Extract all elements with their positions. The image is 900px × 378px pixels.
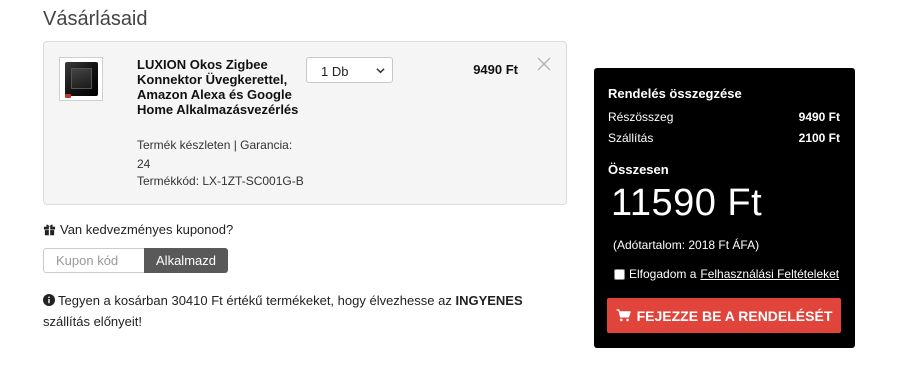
gift-icon (43, 224, 56, 236)
order-summary-panel: Rendelés összegzése Részösszeg 9490 Ft S… (594, 68, 855, 348)
cart-icon (616, 309, 631, 322)
chevron-down-icon (376, 68, 385, 74)
subtotal-value: 9490 Ft (798, 110, 840, 124)
cart-item: LUXION Okos Zigbee Konnektor Üvegkerette… (43, 41, 567, 205)
brand-mark (65, 94, 71, 98)
close-icon[interactable] (536, 56, 552, 72)
product-image (65, 62, 98, 96)
subtotal-label: Részösszeg (608, 110, 674, 124)
quantity-select[interactable]: 1 Db (306, 57, 393, 83)
quantity-value: 1 Db (321, 64, 349, 79)
terms-acceptance: Elfogadom a Felhasználási Feltételeket (614, 267, 839, 281)
shipping-text-before: Tegyen a kosárban 30410 Ft értékű termék… (58, 293, 456, 308)
product-thumbnail[interactable] (59, 57, 103, 101)
total-value: 11590 Ft (611, 182, 763, 224)
item-price: 9490 Ft (473, 62, 518, 77)
free-shipping-highlight: INGYENES (455, 293, 523, 308)
terms-link[interactable]: Felhasználási Feltételeket (700, 267, 839, 281)
coupon-question-text: Van kedvezményes kuponod? (60, 222, 234, 237)
summary-title: Rendelés összegzése (608, 86, 742, 101)
apply-coupon-button[interactable]: Alkalmazd (144, 248, 228, 273)
free-shipping-notice: Tegyen a kosárban 30410 Ft értékű termék… (43, 290, 553, 332)
tax-content: (Adótartalom: 2018 Ft ÁFA) (613, 238, 760, 252)
shipping-value: 2100 Ft (798, 131, 840, 145)
product-code: Termékkód: LX-1ZT-SC001G-B (137, 174, 304, 188)
info-circle-icon (43, 294, 55, 306)
page-title: Vásárlásaid (43, 8, 148, 30)
shipping-row: Szállítás 2100 Ft (608, 131, 840, 145)
coupon-code-input[interactable] (43, 248, 144, 273)
coupon-question: Van kedvezményes kuponod? (43, 222, 233, 237)
subtotal-row: Részösszeg 9490 Ft (608, 110, 840, 124)
shipping-label: Szállítás (608, 131, 654, 145)
shipping-text-after: szállítás előnyeit! (43, 314, 142, 329)
terms-checkbox[interactable] (614, 268, 625, 280)
product-name[interactable]: LUXION Okos Zigbee Konnektor Üvegkerette… (137, 57, 307, 117)
total-label: Összesen (608, 162, 669, 177)
checkout-label: FEJEZZE BE A RENDELÉSÉT (636, 307, 833, 324)
product-stock-warranty: Termék készleten | Garancia: 24 (137, 138, 293, 171)
terms-prefix: Elfogadom a (629, 267, 697, 281)
checkout-button[interactable]: FEJEZZE BE A RENDELÉSÉT (607, 298, 841, 333)
